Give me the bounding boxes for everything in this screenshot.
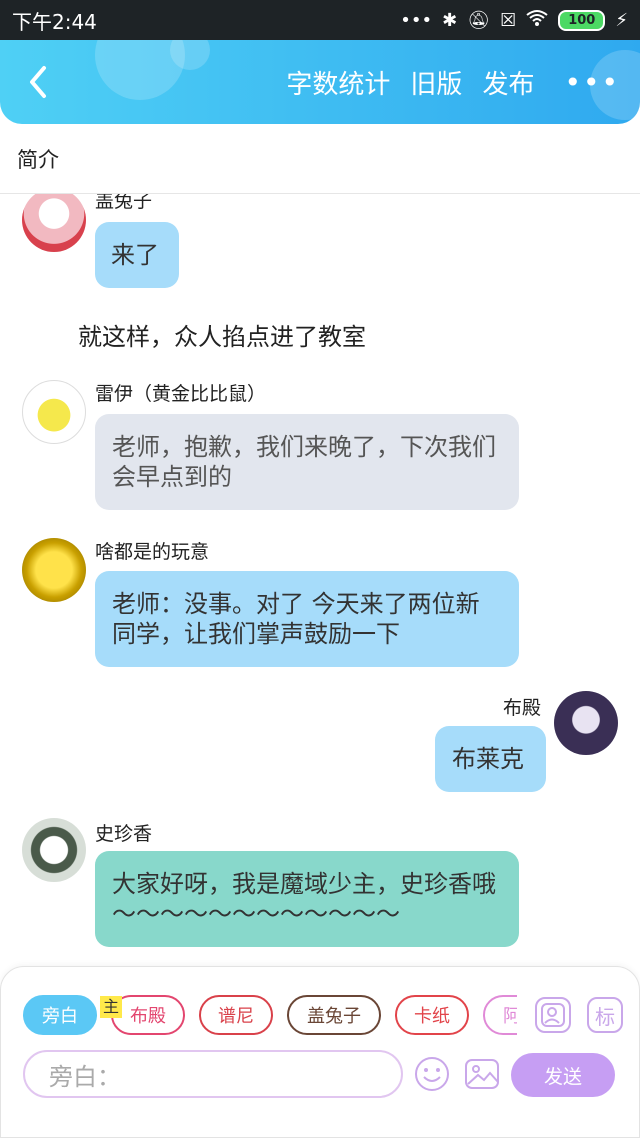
message-bubble[interactable]: 布莱克 — [435, 726, 546, 792]
mute-icon: 🔕︎ — [467, 9, 491, 31]
back-button[interactable] — [18, 62, 58, 102]
message-bubble[interactable]: 来了 — [95, 222, 179, 288]
publish-button[interactable]: 发布 — [482, 64, 534, 101]
chip-gaituzi[interactable]: 盖兔子 — [287, 995, 381, 1035]
chat-area[interactable]: 盖兔子 来了 就这样，众人掐点进了教室 雷伊（黄金比比鼠） 老师，抱歉，我们来晚… — [0, 194, 640, 966]
avatar[interactable] — [554, 691, 618, 755]
message-bubble[interactable]: 老师，抱歉，我们来晚了，下次我们会早点到的 — [95, 414, 519, 510]
add-role-button[interactable] — [535, 997, 571, 1033]
avatar[interactable] — [22, 818, 86, 882]
sender-name: 啥都是的玩意 — [95, 541, 210, 563]
avatar[interactable] — [22, 538, 86, 602]
battery-indicator: 100 — [558, 9, 606, 31]
more-icon[interactable]: ••• — [554, 66, 620, 99]
old-version-button[interactable]: 旧版 — [410, 64, 462, 101]
message-bubble[interactable]: 大家好呀，我是魔域少主，史珍香哦～～～～～～～～～～～～ — [95, 851, 519, 947]
chip-a[interactable]: 阿 — [483, 995, 517, 1035]
smiley-icon — [415, 1057, 449, 1091]
status-icons: ••• ✱ 🔕︎ ☒ 100 ⚡ — [400, 9, 628, 32]
avatar[interactable] — [22, 380, 86, 444]
chip-narrator[interactable]: 旁白 — [23, 995, 97, 1035]
message-input[interactable]: 旁白： — [23, 1050, 403, 1098]
composer-panel: 旁白 布殿 谱尼 盖兔子 卡纸 阿 主 标 旁白： 发送 — [0, 966, 640, 1138]
status-bar: 下午2:44 ••• ✱ 🔕︎ ☒ 100 ⚡ — [0, 0, 640, 40]
chip-kazhi[interactable]: 卡纸 — [395, 995, 469, 1035]
mark-label: 标 — [595, 1004, 615, 1029]
intro-row[interactable]: 简介 — [0, 124, 640, 194]
image-icon — [465, 1059, 499, 1089]
narration-text[interactable]: 就这样，众人掐点进了教室 — [78, 317, 366, 352]
status-time: 下午2:44 — [12, 9, 97, 34]
app-header: 字数统计 旧版 发布 ••• — [0, 40, 640, 124]
person-card-icon — [541, 1003, 565, 1027]
chip-puni[interactable]: 谱尼 — [199, 995, 273, 1035]
sender-name: 布殿 — [503, 697, 542, 719]
send-button[interactable]: 发送 — [511, 1053, 615, 1097]
sim-icon: ☒ — [500, 9, 517, 31]
avatar[interactable] — [22, 194, 86, 252]
mark-button[interactable]: 标 — [587, 997, 623, 1033]
input-placeholder: 旁白： — [49, 1062, 121, 1091]
main-role-tag: 主 — [100, 996, 123, 1018]
sender-name: 盖兔子 — [95, 194, 153, 212]
sender-name: 史珍香 — [95, 823, 153, 845]
sender-name: 雷伊（黄金比比鼠） — [95, 383, 267, 405]
emoji-button[interactable] — [413, 1055, 451, 1093]
intro-label: 简介 — [17, 147, 59, 172]
message-bubble[interactable]: 老师：没事。对了 今天来了两位新同学，让我们掌声鼓励一下 — [95, 571, 519, 667]
wifi-icon — [526, 9, 548, 32]
role-chips: 旁白 布殿 谱尼 盖兔子 卡纸 阿 — [23, 995, 517, 1037]
word-count-button[interactable]: 字数统计 — [286, 64, 390, 101]
bluetooth-icon: ✱ — [442, 9, 458, 31]
header-actions: 字数统计 旧版 发布 ••• — [286, 40, 620, 124]
charging-icon: ⚡ — [615, 9, 628, 31]
signal-dots-icon: ••• — [400, 9, 433, 31]
chevron-left-icon — [30, 66, 46, 98]
image-button[interactable] — [463, 1055, 501, 1093]
chip-budian[interactable]: 布殿 — [111, 995, 185, 1035]
